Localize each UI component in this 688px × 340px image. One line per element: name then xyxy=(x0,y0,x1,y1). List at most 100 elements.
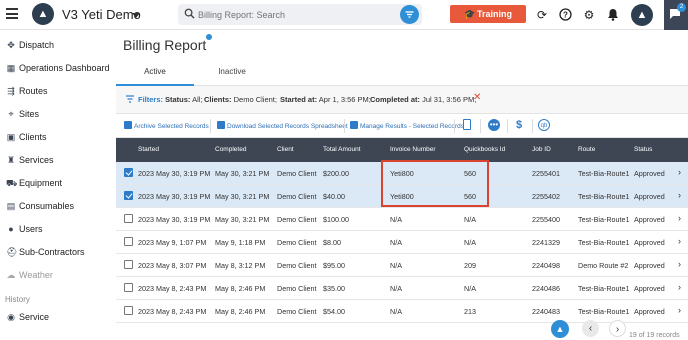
more-icon[interactable]: ••• xyxy=(488,119,500,131)
truck-icon: ⛟ xyxy=(6,178,18,188)
sidebar-item-weather[interactable]: ☁ Weather xyxy=(0,265,115,287)
training-button[interactable]: 🎓 Training xyxy=(450,5,526,23)
document-icon[interactable] xyxy=(463,119,471,130)
chevron-right-icon[interactable]: › xyxy=(678,167,681,177)
column-header[interactable]: Quickbooks Id xyxy=(464,146,505,153)
cell-invoice: N/A xyxy=(390,238,402,247)
chevron-right-icon[interactable]: › xyxy=(678,259,681,269)
column-header[interactable]: Route xyxy=(578,146,595,153)
chevron-right-icon[interactable]: › xyxy=(678,236,681,246)
next-page-button[interactable]: › xyxy=(609,320,626,337)
sidebar-item-services[interactable]: ♜ Services xyxy=(0,150,115,172)
sidebar-item-label: Equipment xyxy=(19,178,63,188)
gear-icon[interactable]: ⚙ xyxy=(582,8,596,22)
tab-active[interactable]: Active xyxy=(116,60,194,86)
app-title[interactable]: V3 Yeti Demo xyxy=(62,7,141,22)
tab-inactive[interactable]: Inactive xyxy=(194,60,270,86)
column-header[interactable]: Completed xyxy=(215,146,246,153)
divider xyxy=(344,119,345,133)
chevron-right-icon[interactable]: › xyxy=(678,213,681,223)
sidebar-item-equipment[interactable]: ⛟ Equipment xyxy=(0,173,115,195)
cell-job: 2255401 xyxy=(532,169,560,178)
row-checkbox[interactable] xyxy=(124,283,133,292)
chevron-right-icon[interactable]: › xyxy=(678,305,681,315)
prev-page-button[interactable]: ‹ xyxy=(582,320,599,337)
hamburger-menu-icon[interactable] xyxy=(6,8,18,19)
help-icon[interactable]: ? xyxy=(558,8,572,22)
cell-status: Approved xyxy=(634,215,665,224)
filter-status: Status: All; xyxy=(165,95,203,104)
cell-total: $40.00 xyxy=(323,192,345,201)
quickbooks-icon[interactable]: qb xyxy=(538,119,550,131)
sidebar-item-users[interactable]: ● Users xyxy=(0,219,115,241)
table-row[interactable]: 2023 May 8, 2:43 PM May 8, 2:46 PM Demo Cl… xyxy=(116,277,688,300)
sidebar-item-label: Consumables xyxy=(19,201,75,211)
archive-selected-button[interactable]: Archive Selected Records xyxy=(124,121,209,130)
row-checkbox[interactable] xyxy=(124,237,133,246)
info-icon[interactable] xyxy=(206,34,212,40)
download-spreadsheet-button[interactable]: Download Selected Records Spreadsheet xyxy=(217,121,348,130)
filter-bar[interactable]: Filters: Status: All; Clients: Demo Clie… xyxy=(116,86,688,114)
column-header[interactable]: Status xyxy=(634,146,652,153)
column-header[interactable]: Started xyxy=(138,146,159,153)
cell-started: 2023 May 8, 2:43 PM xyxy=(138,307,207,316)
sidebar-item-label: Sites xyxy=(19,109,40,119)
search-bar[interactable] xyxy=(178,4,422,25)
sidebar-item-dispatch[interactable]: ✥ Dispatch xyxy=(0,35,115,57)
cell-started: 2023 May 9, 1:07 PM xyxy=(138,238,207,247)
training-label: Training xyxy=(476,9,512,19)
cell-job: 2240498 xyxy=(532,261,560,270)
cell-client: Demo Client xyxy=(277,215,317,224)
sidebar-item-sites[interactable]: ⌖ Sites xyxy=(0,104,115,126)
sidebar-item-clients[interactable]: ▣ Clients xyxy=(0,127,115,149)
cell-status: Approved xyxy=(634,261,665,270)
chevron-down-icon[interactable] xyxy=(132,13,140,18)
dollar-icon[interactable]: $ xyxy=(513,119,525,131)
table-row[interactable]: 2023 May 8, 3:07 PM May 8, 3:12 PM Demo Cl… xyxy=(116,254,688,277)
sidebar-item-sub-contractors[interactable]: ⛑ Sub-Contractors xyxy=(0,242,115,264)
sidebar-item-routes[interactable]: ⇶ Routes xyxy=(0,81,115,103)
row-checkbox[interactable] xyxy=(124,260,133,269)
row-checkbox[interactable] xyxy=(124,306,133,315)
history-section-label: History xyxy=(5,295,30,304)
trash-icon xyxy=(124,121,132,129)
row-checkbox[interactable] xyxy=(124,191,133,200)
table-row[interactable]: 2023 May 8, 2:43 PM May 8, 2:46 PM Demo Cl… xyxy=(116,300,688,323)
column-header[interactable]: Total Amount xyxy=(323,146,361,153)
column-header[interactable]: Job ID xyxy=(532,146,551,153)
refresh-icon[interactable]: ⟳ xyxy=(535,8,549,22)
manage-results-button[interactable]: Manage Results - Selected Records xyxy=(350,121,464,130)
cell-total: $35.00 xyxy=(323,284,345,293)
sidebar-item-label: Users xyxy=(19,224,43,234)
column-header[interactable]: Client xyxy=(277,146,294,153)
box-icon: ▤ xyxy=(6,201,16,211)
column-header[interactable]: Invoice Number xyxy=(390,146,436,153)
clear-filters-icon[interactable]: ✕ xyxy=(473,92,481,103)
scroll-to-top-button[interactable]: ▲ xyxy=(551,320,569,338)
cell-client: Demo Client xyxy=(277,238,317,247)
row-checkbox[interactable] xyxy=(124,168,133,177)
search-filter-button[interactable] xyxy=(400,5,419,24)
cell-status: Approved xyxy=(634,284,665,293)
table-row[interactable]: 2023 May 30, 3:19 PM May 30, 3:21 PM Demo … xyxy=(116,208,688,231)
bell-icon[interactable] xyxy=(606,8,620,22)
chevron-right-icon[interactable]: › xyxy=(678,190,681,200)
avatar[interactable]: ▲ xyxy=(631,4,653,26)
cell-job: 2240486 xyxy=(532,284,560,293)
cell-total: $54.00 xyxy=(323,307,345,316)
table-row[interactable]: 2023 May 9, 1:07 PM May 9, 1:18 PM Demo Cl… xyxy=(116,231,688,254)
search-input[interactable] xyxy=(198,6,398,23)
cell-route: Demo Route #2 xyxy=(578,261,629,270)
cell-qb: N/A xyxy=(464,215,476,224)
address-book-icon: ▣ xyxy=(6,132,16,142)
cell-job: 2255400 xyxy=(532,215,560,224)
cell-total: $200.00 xyxy=(323,169,349,178)
sidebar-item-consumables[interactable]: ▤ Consumables xyxy=(0,196,115,218)
sidebar-item-service[interactable]: ◉ Service xyxy=(0,307,115,329)
sidebar-item-operations-dashboard[interactable]: ▦ Operations Dashboard xyxy=(0,58,115,80)
svg-text:?: ? xyxy=(563,11,568,20)
chevron-right-icon[interactable]: › xyxy=(678,282,681,292)
row-checkbox[interactable] xyxy=(124,214,133,223)
cloud-icon: ☁ xyxy=(6,270,16,280)
cell-route: Test-Bia-Route1 xyxy=(578,192,630,201)
